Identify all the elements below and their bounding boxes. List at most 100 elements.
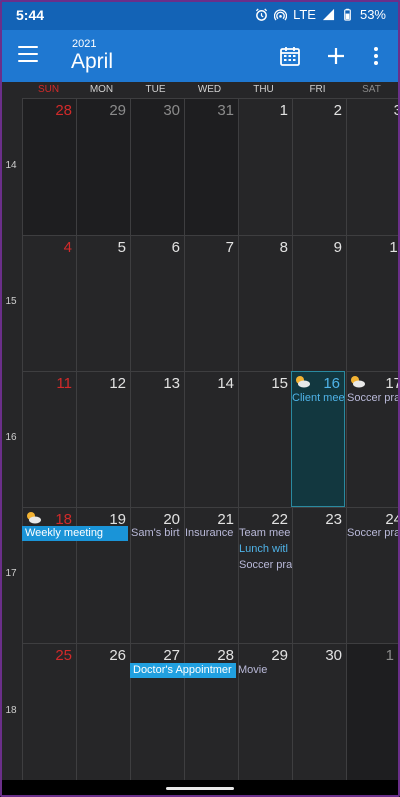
day-number: 2 [333,102,342,119]
day-names-row: SUN MON TUE WED THU FRI SAT [0,82,400,98]
day-number: 27 [163,647,180,664]
day-cell[interactable]: 5 [76,235,130,371]
status-time: 5:44 [16,7,45,23]
day-number: 16 [323,375,340,392]
day-number: 8 [279,239,288,256]
day-number: 29 [109,102,126,119]
day-cell[interactable]: 15 [238,371,292,507]
day-number: 10 [389,239,400,256]
week-number: 15 [5,296,17,307]
event-item[interactable]: Lunch witl [239,542,292,557]
event-item[interactable]: Insurance [185,526,238,541]
day-number: 14 [217,375,234,392]
day-number: 17 [385,375,400,392]
day-number: 3 [393,102,400,119]
event-item[interactable]: Team mee [239,526,292,541]
week-number: 18 [5,705,17,716]
day-cell[interactable]: 3 [346,98,400,235]
day-cell[interactable]: 11 [22,371,76,507]
day-cell[interactable]: 25 [22,643,76,780]
day-cell[interactable]: 1 [346,643,400,780]
event-item[interactable]: Soccer pra [347,526,400,541]
day-cell[interactable]: 30 [130,98,184,235]
partly-cloudy-icon [27,512,41,524]
day-cell[interactable]: 22 Team mee Lunch witl Soccer pra [238,507,292,643]
day-number: 15 [271,375,288,392]
day-cell[interactable]: 13 [130,371,184,507]
day-number: 28 [217,647,234,664]
month-grid: 14 28 29 30 31 1 2 3 15 4 5 6 7 8 9 10 1… [0,98,400,780]
day-number: 11 [56,375,72,392]
header-month[interactable]: April [71,50,113,74]
day-cell[interactable]: 10 [346,235,400,371]
calendar-view-icon[interactable] [278,44,302,68]
hotspot-icon [274,9,288,21]
day-cell[interactable]: 20 Sam's birt [130,507,184,643]
day-number: 1 [385,647,394,664]
signal-icon [322,8,335,21]
event-bar[interactable]: Doctor's Appointmer [130,663,236,678]
day-name-thu: THU [253,84,274,95]
more-options-icon[interactable] [364,44,388,68]
event-item[interactable]: Soccer pra [239,558,292,573]
battery-percent: 53% [359,7,386,22]
network-type: LTE [293,7,316,22]
day-cell[interactable]: 31 [184,98,238,235]
day-name-wed: WED [197,84,222,95]
event-bar[interactable]: Weekly meeting [22,526,128,541]
status-icons: LTE 53% [255,7,386,22]
event-item[interactable]: Soccer pra [347,391,400,406]
day-cell[interactable]: 24 Soccer pra [346,507,400,643]
day-cell[interactable]: 7 [184,235,238,371]
day-number: 28 [55,102,72,119]
day-cell[interactable]: 8 [238,235,292,371]
day-number: 26 [109,647,126,664]
day-cell[interactable]: 6 [130,235,184,371]
day-cell[interactable]: 4 [22,235,76,371]
day-number: 30 [163,102,180,119]
header-year: 2021 [72,38,97,50]
week-number: 14 [5,160,17,171]
day-name-sat: SAT [362,84,381,95]
day-number: 13 [163,375,180,392]
day-name-mon: MON [89,84,114,95]
event-item[interactable]: Movie [238,663,291,678]
day-name-tue: TUE [145,84,166,95]
day-cell[interactable]: 1 [238,98,292,235]
event-item[interactable]: Client mee [292,391,345,406]
day-number: 6 [171,239,180,256]
home-gesture-pill[interactable] [166,787,234,790]
week-number: 16 [5,432,17,443]
day-cell[interactable]: 23 [292,507,346,643]
day-number: 1 [279,102,288,119]
day-cell[interactable]: 17 Soccer pra [346,371,400,507]
day-cell[interactable]: 21 Insurance [184,507,238,643]
day-number: 30 [325,647,342,664]
add-icon[interactable] [324,44,348,68]
day-number: 25 [55,647,72,664]
day-number: 31 [217,102,234,119]
day-cell[interactable]: 12 [76,371,130,507]
menu-icon[interactable] [18,46,38,64]
event-item[interactable]: Sam's birt [131,526,184,541]
partly-cloudy-icon [351,376,365,388]
day-cell[interactable]: 14 [184,371,238,507]
day-name-sun: SUN [37,84,60,95]
day-cell[interactable]: 26 [76,643,130,780]
app-bar: 2021 April [0,30,400,82]
status-bar: 5:44 LTE 53% [0,0,400,30]
navigation-bar [0,780,400,797]
day-cell[interactable]: 2 [292,98,346,235]
day-cell[interactable]: 28 [22,98,76,235]
day-number: 5 [117,239,126,256]
alarm-icon [256,8,268,21]
day-number: 9 [333,239,342,256]
partly-cloudy-icon [296,376,310,388]
day-cell-today[interactable]: 16 Client mee [291,371,345,507]
week-number: 17 [5,568,17,579]
day-name-fri: FRI [309,84,326,95]
day-cell[interactable]: 9 [292,235,346,371]
day-cell[interactable]: 30 [292,643,346,780]
day-number: 29 [271,647,288,664]
day-cell[interactable]: 29 [76,98,130,235]
